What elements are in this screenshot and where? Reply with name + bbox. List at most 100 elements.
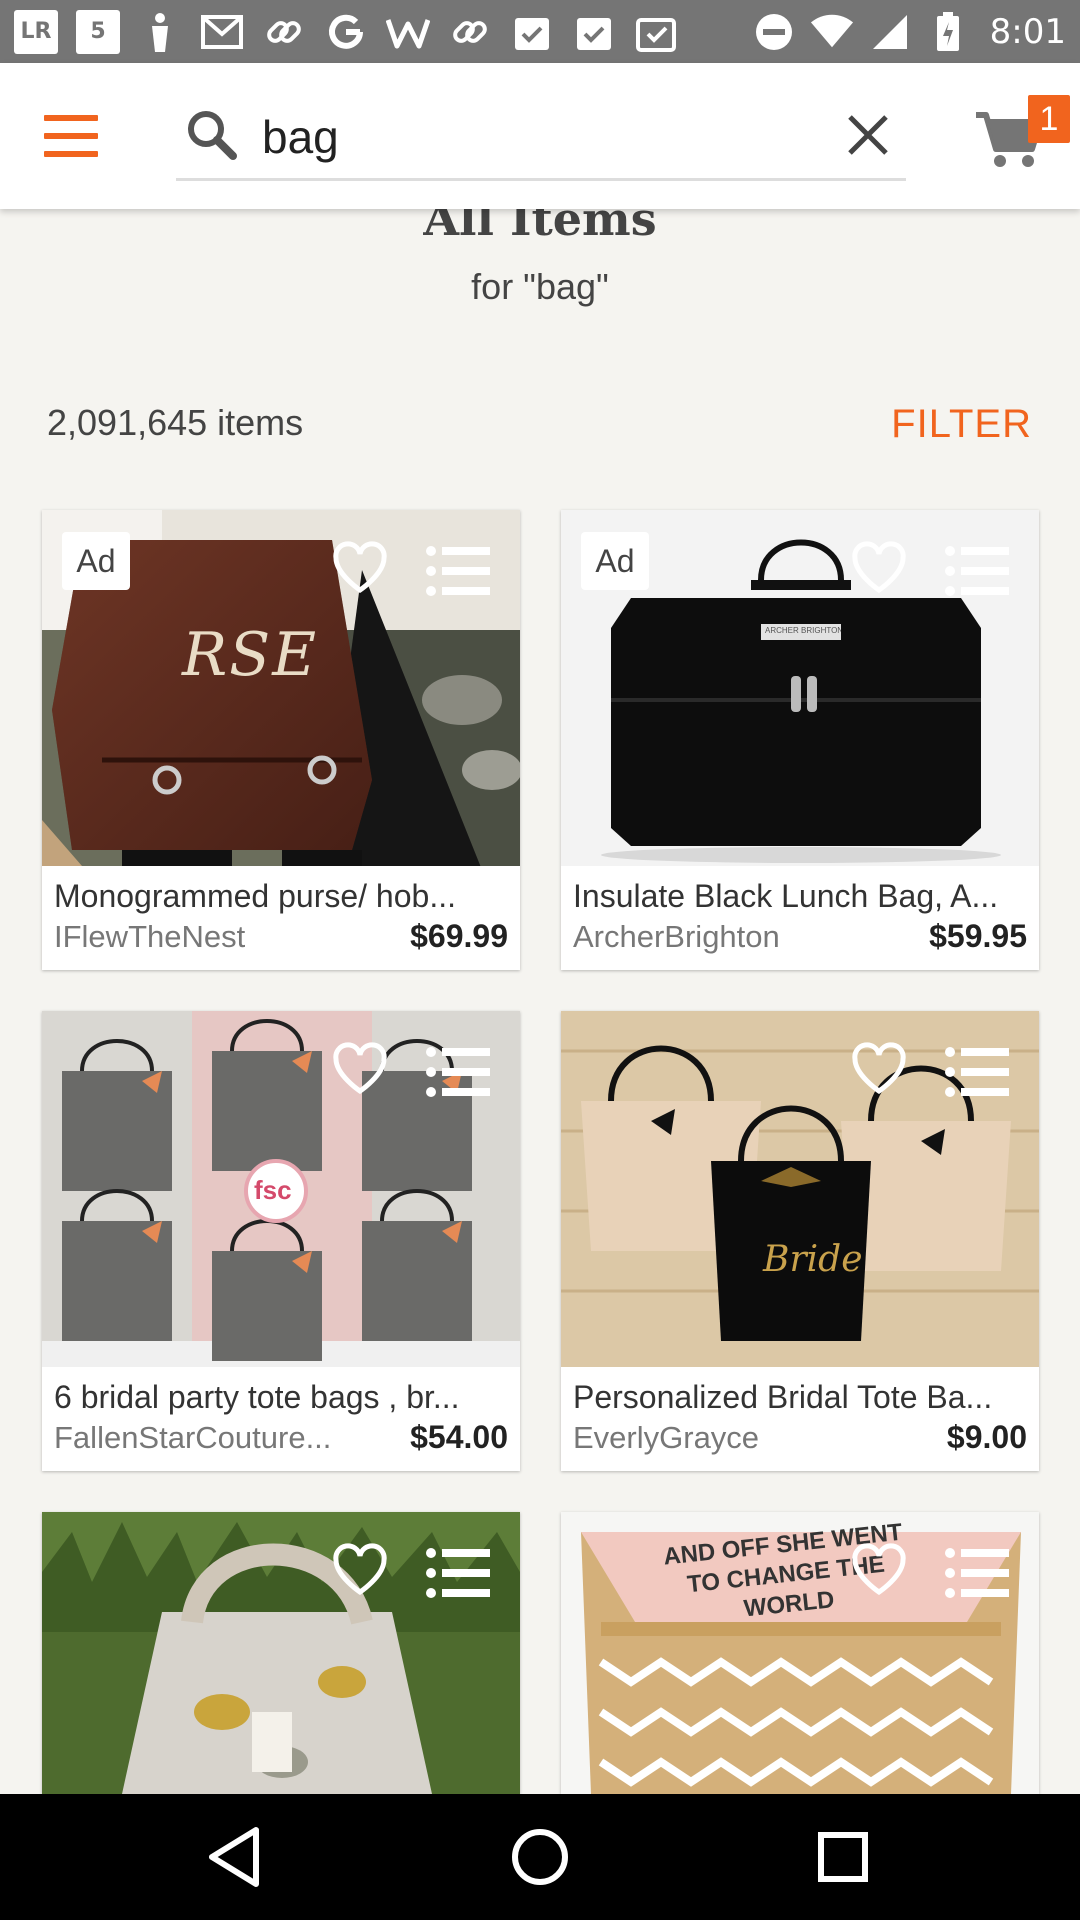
link-icon [448, 10, 492, 54]
listing-price: $54.00 [410, 1419, 508, 1455]
listing-card[interactable]: fsc 6 bridal party tote bags , br... Fal… [42, 1011, 520, 1471]
menu-icon-bar [44, 115, 98, 121]
shop-name[interactable]: EverlyGrayce [573, 1418, 759, 1458]
clock: 8:01 [989, 11, 1066, 52]
listing-card[interactable] [42, 1512, 520, 1794]
ad-badge: Ad [581, 532, 649, 590]
heart-icon [333, 1543, 387, 1596]
navigation-bar [0, 1794, 1080, 1920]
list-icon [426, 546, 490, 596]
back-icon [209, 1827, 259, 1887]
notification-icons: LR 5 [14, 9, 678, 54]
back-button[interactable] [204, 1824, 270, 1890]
lr-icon-label: LR [20, 19, 52, 44]
signal-icon [868, 10, 912, 54]
list-icon [426, 1548, 490, 1598]
w-icon [386, 10, 430, 54]
clipboard-icon [634, 10, 678, 54]
listing-image[interactable]: Bride [561, 1011, 1039, 1367]
add-to-list-button[interactable] [945, 1548, 1011, 1598]
search-icon [186, 109, 238, 161]
five-icon: 5 [76, 9, 120, 54]
listing-price: $69.99 [410, 918, 508, 954]
status-bar: LR 5 8:01 [0, 0, 1080, 63]
listing-price: $59.95 [929, 918, 1027, 954]
heart-icon [852, 541, 906, 594]
add-to-list-button[interactable] [945, 1047, 1011, 1097]
system-status: 8:01 [752, 10, 1066, 54]
listing-image[interactable] [42, 1512, 520, 1794]
favorite-button[interactable] [332, 540, 388, 596]
figure-icon [138, 10, 182, 54]
list-icon [426, 1047, 490, 1097]
google-icon [324, 10, 368, 54]
listing-card[interactable]: ARCHER BRIGHTON Ad Insulate Black Lunch … [561, 510, 1039, 970]
recents-button[interactable] [810, 1824, 876, 1890]
favorite-button[interactable] [332, 1542, 388, 1598]
shop-name[interactable]: FallenStarCouture... [54, 1418, 331, 1458]
add-to-list-button[interactable] [426, 1548, 492, 1598]
list-icon [945, 546, 1009, 596]
listing-meta: IFlewTheNest $69.99 [54, 916, 508, 957]
recents-icon [818, 1832, 868, 1882]
results-count: 2,091,645 items [47, 402, 304, 443]
list-icon [945, 1047, 1009, 1097]
listing-title[interactable]: Insulate Black Lunch Bag, A... [573, 876, 1027, 916]
menu-icon-bar [44, 133, 98, 139]
favorite-button[interactable] [851, 540, 907, 596]
listing-card[interactable]: Bride Personalized Bridal Tote Ba... Eve… [561, 1011, 1039, 1471]
battery-icon [926, 10, 970, 54]
listing-title[interactable]: 6 bridal party tote bags , br... [54, 1377, 508, 1417]
home-icon [512, 1829, 568, 1885]
monogram-text: RSE [182, 620, 319, 690]
listing-info[interactable]: Monogrammed purse/ hob... IFlewTheNest $… [42, 866, 520, 970]
search-input[interactable] [262, 107, 802, 167]
clipboard-check-icon [572, 10, 616, 54]
listing-title[interactable]: Monogrammed purse/ hob... [54, 876, 508, 916]
add-to-list-button[interactable] [426, 1047, 492, 1097]
five-icon-label: 5 [90, 19, 106, 44]
favorite-button[interactable] [851, 1542, 907, 1598]
menu-button[interactable] [44, 115, 98, 157]
list-icon [945, 1548, 1009, 1598]
menu-icon-bar [44, 151, 98, 157]
listing-image[interactable]: AND OFF SHE WENT TO CHANGE THE WORLD [561, 1512, 1039, 1794]
filter-button[interactable]: FILTER [891, 402, 1032, 447]
add-to-list-button[interactable] [426, 546, 492, 596]
cart-count-badge: 1 [1028, 95, 1070, 143]
link-icon [262, 10, 306, 54]
listing-card[interactable]: AND OFF SHE WENT TO CHANGE THE WORLD [561, 1512, 1039, 1794]
favorite-button[interactable] [851, 1041, 907, 1097]
listing-info[interactable]: Insulate Black Lunch Bag, A... ArcherBri… [561, 866, 1039, 970]
listing-meta: FallenStarCouture... $54.00 [54, 1417, 508, 1458]
shop-name[interactable]: IFlewTheNest [54, 917, 245, 957]
ad-badge: Ad [62, 532, 130, 590]
search-query-subtitle: for "bag" [471, 266, 609, 307]
lr-icon: LR [14, 9, 58, 54]
do-not-disturb-icon [752, 10, 796, 54]
clipboard-check-icon [510, 10, 554, 54]
favorite-button[interactable] [332, 1041, 388, 1097]
heart-icon [333, 1042, 387, 1095]
listing-info[interactable]: Personalized Bridal Tote Ba... EverlyGra… [561, 1367, 1039, 1471]
listing-info[interactable]: 6 bridal party tote bags , br... FallenS… [42, 1367, 520, 1471]
listing-image[interactable]: fsc [42, 1011, 520, 1367]
listing-price: $9.00 [946, 1419, 1027, 1455]
listing-image[interactable]: RSE Ad [42, 510, 520, 866]
cart-button[interactable]: 1 [976, 95, 1070, 189]
home-button[interactable] [507, 1824, 573, 1890]
search-bar [176, 97, 906, 181]
listing-meta: EverlyGrayce $9.00 [573, 1417, 1027, 1458]
clear-search-button[interactable] [838, 105, 898, 165]
listing-card[interactable]: RSE Ad Monogrammed purse/ hob... IFlewTh… [42, 510, 520, 970]
logo-text: fsc [254, 1175, 292, 1205]
wifi-icon [810, 10, 854, 54]
shop-name[interactable]: ArcherBrighton [573, 917, 780, 957]
tote-text: Bride [763, 1239, 863, 1280]
listing-title[interactable]: Personalized Bridal Tote Ba... [573, 1377, 1027, 1417]
add-to-list-button[interactable] [945, 546, 1011, 596]
listing-image[interactable]: ARCHER BRIGHTON Ad [561, 510, 1039, 866]
close-icon [848, 115, 888, 155]
heart-icon [852, 1042, 906, 1095]
app-bar: 1 [0, 63, 1080, 209]
